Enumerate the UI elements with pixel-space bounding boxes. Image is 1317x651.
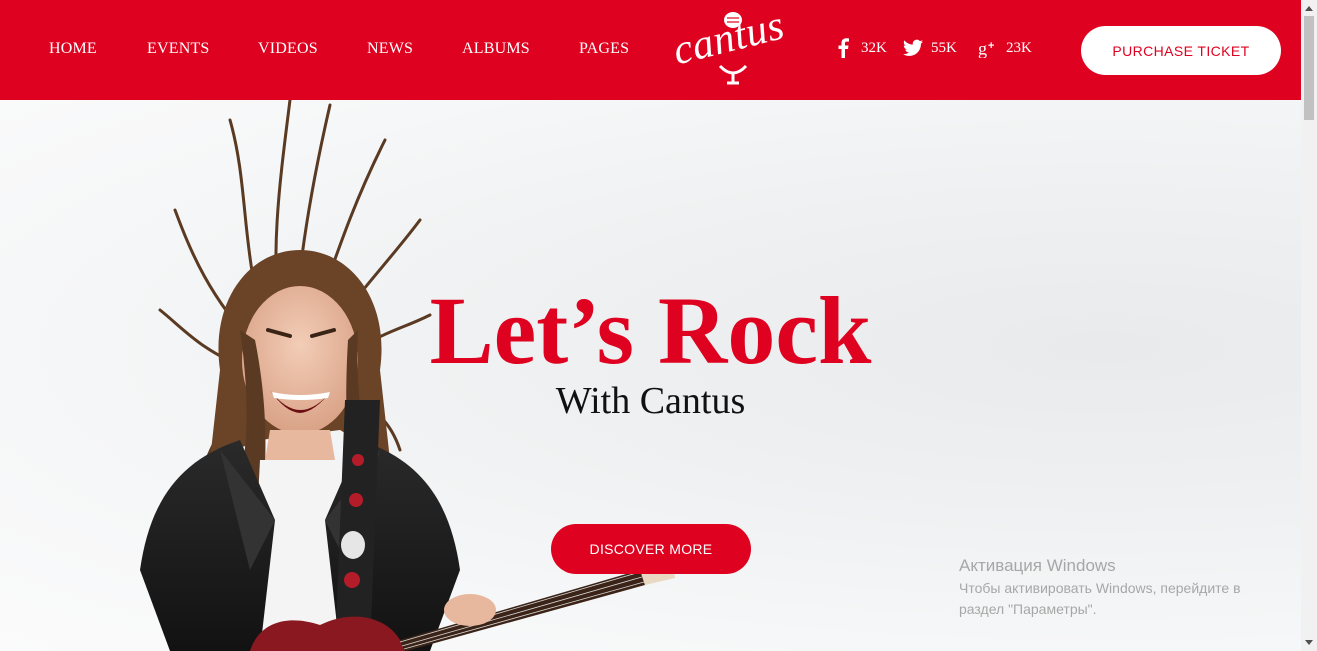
twitter-stat[interactable]: 55K [903,38,957,58]
nav-news[interactable]: NEWS [367,40,413,58]
scroll-thumb[interactable] [1304,16,1314,120]
facebook-stat[interactable]: 32K [833,38,887,58]
page-scrollbar[interactable] [1301,0,1317,651]
google-plus-count: 23K [1006,39,1032,56]
site-header: HOME EVENTS VIDEOS NEWS ALBUMS PAGES can… [0,0,1301,100]
svg-text:g: g [978,38,987,58]
hero-headline: Let’s Rock [0,283,1301,379]
nav-albums[interactable]: ALBUMS [462,40,530,58]
scroll-down-arrow-icon[interactable] [1301,635,1317,651]
nav-events[interactable]: EVENTS [147,40,210,58]
hero-headline-text: Let’s Rock [429,277,872,384]
nav-home[interactable]: HOME [49,40,97,58]
facebook-icon [833,38,853,58]
google-plus-icon: g + [978,38,998,58]
purchase-ticket-button[interactable]: PURCHASE TICKET [1081,26,1281,75]
hero-subline: With Cantus [555,380,746,422]
windows-activation-watermark: Активация Windows Чтобы активировать Win… [959,556,1279,620]
nav-videos[interactable]: VIDEOS [258,40,318,58]
twitter-icon [903,38,923,58]
svg-text:+: + [988,40,994,52]
google-plus-stat[interactable]: g + 23K [978,38,1032,58]
site-logo[interactable]: cantus [668,2,800,90]
discover-more-button[interactable]: DISCOVER MORE [551,524,751,574]
twitter-count: 55K [931,39,957,56]
facebook-count: 32K [861,39,887,56]
hero-section: Let’s Rock With Cantus DISCOVER MORE Акт… [0,100,1301,651]
nav-pages[interactable]: PAGES [579,40,629,58]
windows-activation-message: Чтобы активировать Windows, перейдите в … [959,580,1241,617]
windows-activation-title: Активация Windows [959,556,1116,575]
scroll-up-arrow-icon[interactable] [1301,0,1317,16]
